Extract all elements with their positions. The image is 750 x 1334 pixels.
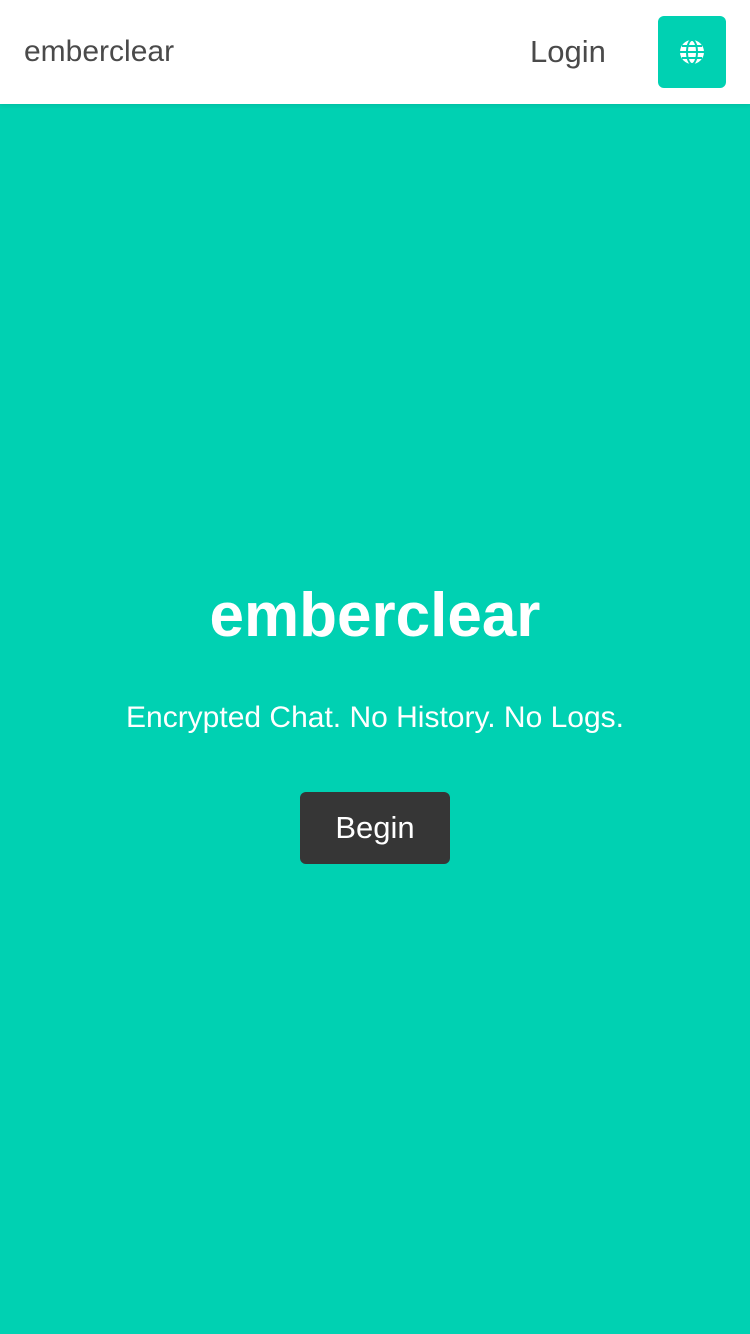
brand-link[interactable]: emberclear [24,0,174,104]
hero-title: emberclear [209,581,541,650]
top-navbar: emberclear Login [0,0,750,104]
landing-page: emberclear Login emberclear Encrypted Ch… [0,0,750,1334]
login-link[interactable]: Login [530,0,606,104]
hero-subtitle: Encrypted Chat. No History. No Logs. [126,701,624,734]
globe-icon [678,38,706,66]
hero-section: emberclear Encrypted Chat. No History. N… [0,104,750,1334]
language-button[interactable] [658,16,726,88]
begin-button[interactable]: Begin [300,792,450,864]
